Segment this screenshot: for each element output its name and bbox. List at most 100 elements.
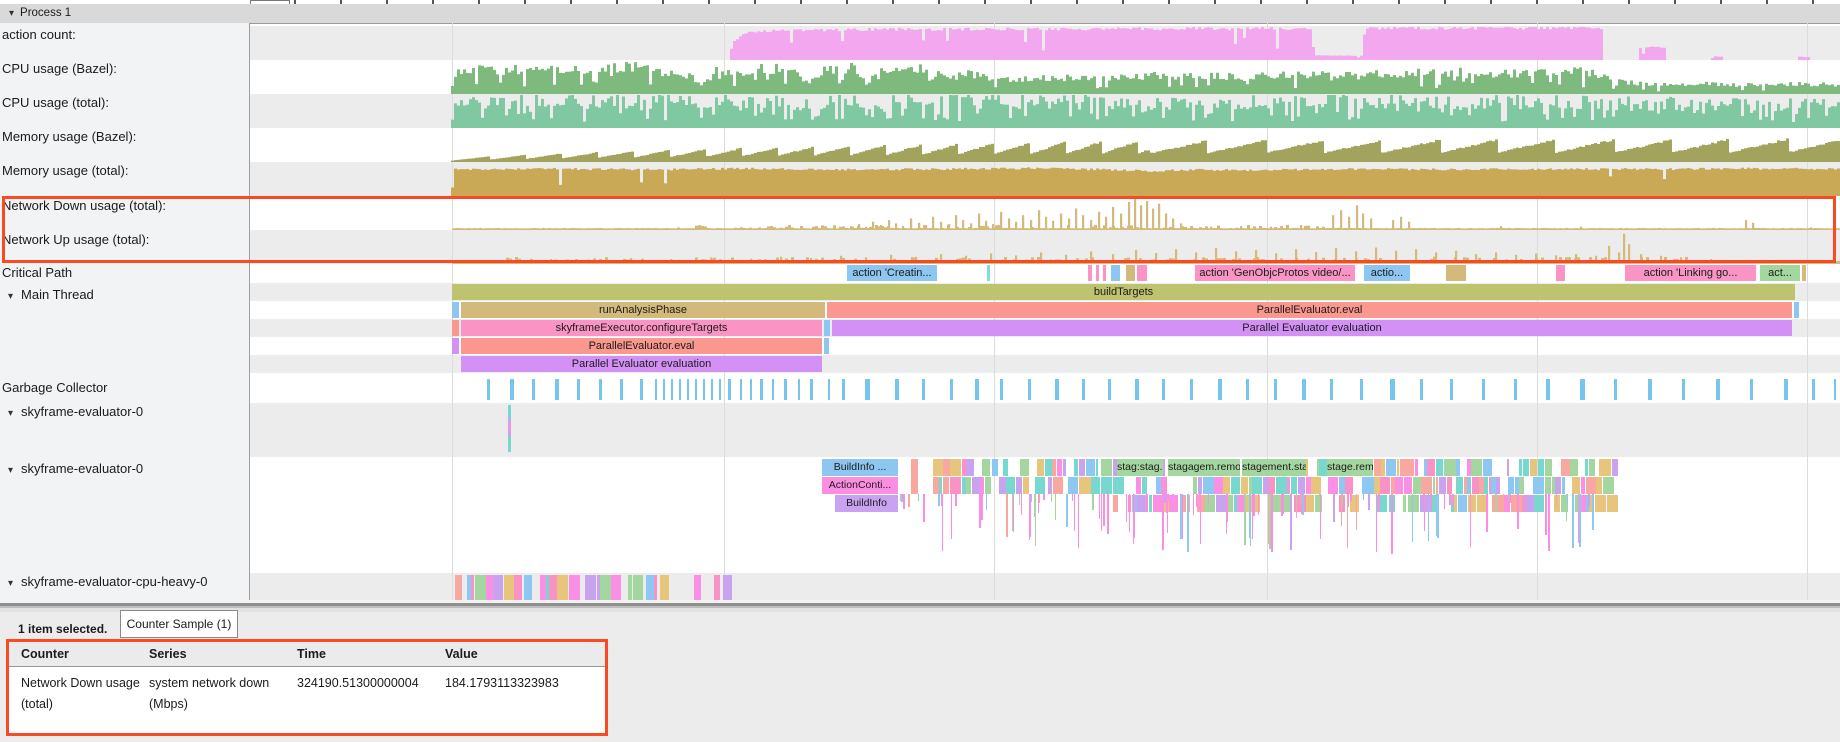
evaluator-slice[interactable] (1391, 477, 1395, 494)
evaluator-slice[interactable] (1205, 495, 1215, 512)
evaluator-slice[interactable] (966, 477, 971, 494)
process-header[interactable]: ▾Process 1 (0, 4, 1840, 24)
track-label-network-down-usage-total-[interactable]: Network Down usage (total): (2, 198, 166, 213)
evaluator-slice[interactable] (493, 575, 503, 600)
evaluator-slice[interactable] (1006, 477, 1015, 494)
evaluator-stack-line[interactable] (1196, 494, 1198, 507)
evaluator-slice[interactable] (1570, 459, 1578, 476)
evaluator-stack-line[interactable] (1038, 494, 1040, 513)
evaluator-stack-line[interactable] (1103, 494, 1105, 526)
evaluator-slice[interactable] (1545, 459, 1552, 476)
evaluator-slice[interactable] (1096, 459, 1098, 476)
evaluator-stack-line[interactable] (1412, 494, 1414, 542)
main-thread-slice[interactable] (452, 338, 459, 354)
critical-path-slice[interactable] (1111, 265, 1120, 281)
evaluator-slice[interactable] (1427, 459, 1435, 476)
evaluator-stack-line[interactable] (1006, 494, 1008, 537)
evaluator-labeled-slice[interactable]: ActionConti... (822, 477, 898, 494)
critical-path-slice[interactable] (1088, 265, 1092, 281)
evaluator-slice[interactable] (1234, 495, 1237, 512)
gc-event-tick[interactable] (1218, 379, 1222, 400)
gc-event-tick[interactable] (728, 379, 731, 400)
evaluator-slice[interactable] (1491, 477, 1496, 494)
evaluator-stack-line[interactable] (1449, 494, 1451, 505)
evaluator-slice[interactable] (1237, 495, 1244, 512)
gc-event-tick[interactable] (760, 379, 763, 400)
evaluator-slice[interactable] (1507, 459, 1509, 476)
critical-path-slice[interactable] (1137, 265, 1147, 281)
gc-event-tick[interactable] (1580, 379, 1585, 400)
evaluator-slice[interactable] (1339, 477, 1345, 494)
evaluator-stack-line[interactable] (1437, 494, 1439, 538)
evaluator-stack-line[interactable] (1172, 494, 1174, 502)
evaluator-labeled-slice[interactable]: BuildInfo (835, 495, 898, 512)
evaluator-stack-line[interactable] (1107, 494, 1109, 534)
evaluator-slice[interactable] (1530, 459, 1537, 476)
evaluator-slice[interactable] (1113, 477, 1124, 494)
evaluator-slice[interactable] (1572, 477, 1580, 494)
evaluator-slice[interactable] (1534, 495, 1544, 512)
evaluator-slice[interactable] (569, 575, 581, 600)
gc-event-tick[interactable] (1614, 379, 1617, 400)
evaluator-slice[interactable] (1048, 477, 1052, 494)
evaluator-slice[interactable] (1086, 459, 1096, 476)
gc-event-tick[interactable] (1750, 379, 1753, 400)
evaluator-slice[interactable] (1003, 459, 1009, 476)
evaluator-slice[interactable] (943, 477, 949, 494)
evaluator-stack-line[interactable] (903, 494, 905, 509)
gc-event-tick[interactable] (711, 379, 713, 400)
evaluator-slice[interactable] (504, 575, 514, 600)
gc-event-tick[interactable] (510, 379, 514, 400)
gc-event-tick[interactable] (1390, 379, 1395, 400)
critical-path-slice[interactable] (1103, 265, 1106, 281)
evaluator-stack-line[interactable] (979, 494, 981, 528)
evaluator-stack-line[interactable] (1517, 494, 1519, 529)
evaluator-slice[interactable] (1555, 477, 1561, 494)
evaluator-stack-line[interactable] (1290, 494, 1292, 550)
gc-event-tick[interactable] (1330, 379, 1333, 400)
evaluator-slice[interactable] (1113, 495, 1118, 512)
gc-event-tick[interactable] (655, 379, 657, 400)
track-row-background[interactable] (250, 264, 1840, 283)
track-label-cpu-usage-bazel-[interactable]: CPU usage (Bazel): (2, 61, 117, 76)
evaluator-stack-line[interactable] (1470, 494, 1472, 547)
evaluator-slice[interactable] (1483, 459, 1492, 476)
evaluator-slice[interactable] (486, 575, 492, 600)
evaluator-slice[interactable] (1545, 477, 1551, 494)
evaluator-slice[interactable] (1496, 477, 1500, 494)
evaluator-stack-line[interactable] (1342, 494, 1344, 507)
evaluator-slice[interactable] (999, 477, 1006, 494)
evaluator-slice[interactable] (1241, 477, 1249, 494)
evaluator-slice[interactable] (1203, 477, 1214, 494)
evaluator-staging-slice[interactable]: stagagem.remot... (1168, 459, 1240, 476)
evaluator-mini-slice[interactable] (508, 429, 511, 437)
evaluator-stack-line[interactable] (1208, 494, 1210, 503)
gc-event-tick[interactable] (1028, 379, 1031, 400)
evaluator-slice[interactable] (1561, 459, 1570, 476)
gc-event-tick[interactable] (671, 379, 673, 400)
evaluator-slice[interactable] (1413, 477, 1421, 494)
gc-event-tick[interactable] (1055, 379, 1059, 400)
expand-arrow-icon[interactable]: ▾ (8, 291, 13, 302)
evaluator-slice[interactable] (911, 459, 918, 494)
evaluator-slice[interactable] (1057, 459, 1063, 476)
evaluator-slice[interactable] (1149, 495, 1153, 512)
evaluator-stack-line[interactable] (1281, 494, 1283, 516)
gc-event-tick[interactable] (1246, 379, 1249, 400)
track-label-cpu-usage-total-[interactable]: CPU usage (total): (2, 95, 109, 110)
evaluator-stack-line[interactable] (1436, 494, 1438, 536)
evaluator-slice[interactable] (1374, 459, 1381, 476)
evaluator-slice[interactable] (985, 477, 992, 494)
gc-event-tick[interactable] (577, 379, 580, 400)
gc-event-tick[interactable] (798, 379, 800, 400)
evaluator-slice[interactable] (1586, 477, 1596, 494)
evaluator-stack-line[interactable] (1244, 494, 1246, 545)
evaluator-slice[interactable] (1058, 477, 1062, 494)
track-label-critical-path[interactable]: Critical Path (2, 265, 72, 280)
evaluator-slice[interactable] (1068, 477, 1078, 494)
evaluator-slice[interactable] (1091, 477, 1100, 494)
evaluator-slice[interactable] (1467, 459, 1471, 476)
critical-path-slice[interactable]: action 'GenObjcProtos video/... (1195, 265, 1355, 281)
evaluator-slice[interactable] (1395, 477, 1403, 494)
column-header-counter[interactable]: Counter (21, 642, 149, 666)
